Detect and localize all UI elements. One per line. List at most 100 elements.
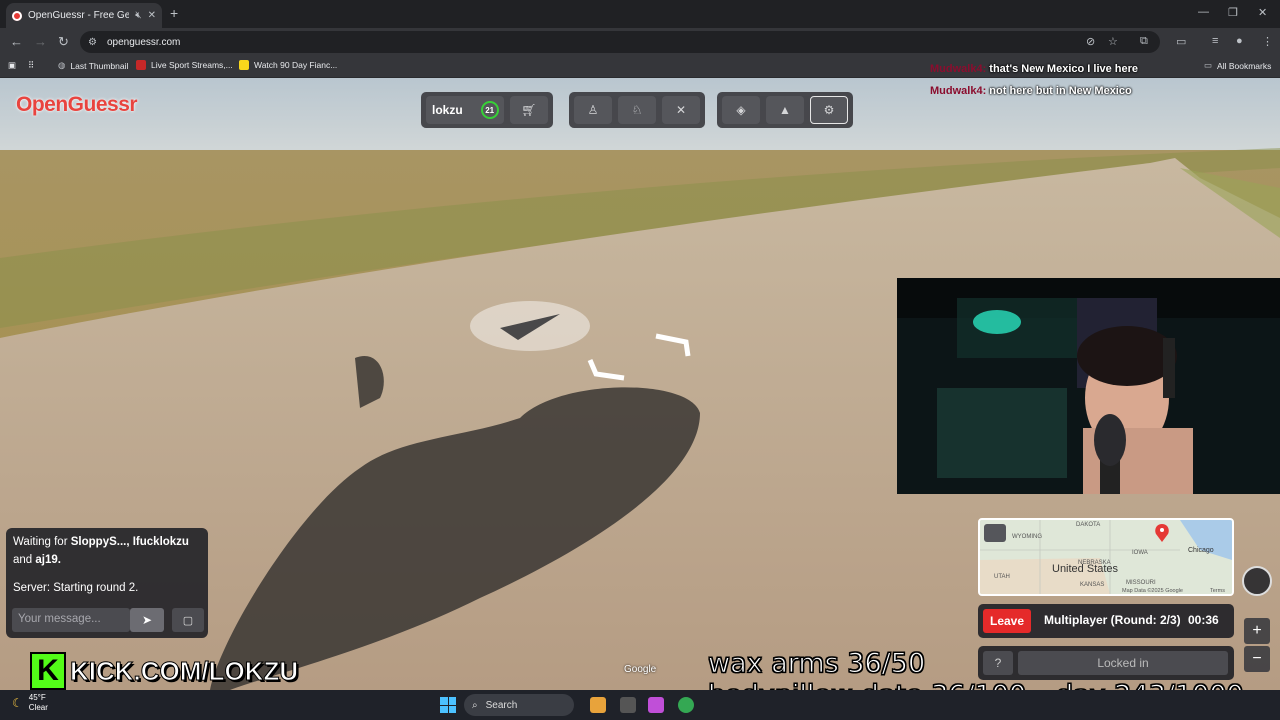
guess-minimap[interactable]: DAKOTA WYOMING NEBRASKA IOWA Chicago UTA… <box>978 518 1234 596</box>
bookmark-live-sport[interactable]: Live Sport Streams,... <box>136 60 233 70</box>
copilot-icon[interactable] <box>648 697 664 713</box>
close-window-icon[interactable]: ✕ <box>1258 6 1267 19</box>
chat-username: Mudwalk4: <box>930 63 987 75</box>
map-label-kansas: KANSAS <box>1080 582 1104 588</box>
tab-groups-icon[interactable]: ▣ <box>8 60 16 71</box>
new-tab-icon[interactable]: + <box>170 5 178 21</box>
bookmark-star-icon[interactable]: ☆ <box>1108 35 1118 48</box>
globe-icon: ◍ <box>58 60 66 70</box>
cart-icon: 🛒︎ <box>521 103 537 117</box>
chat-toggle-button[interactable]: ▢ <box>172 608 204 632</box>
kick-overlay: K KICK.COM/LOKZU <box>30 652 299 690</box>
layers-button[interactable]: ◈ <box>722 96 760 124</box>
waiting-players: SloppyS..., Ifucklokzu <box>70 536 189 548</box>
crossed-swords-icon: ✕ <box>675 103 687 117</box>
forward-icon[interactable]: → <box>34 34 47 49</box>
leave-button[interactable]: Leave <box>983 609 1031 633</box>
map-label-missouri: MISSOURI <box>1126 580 1156 586</box>
locked-in-button[interactable]: Locked in <box>1018 651 1228 675</box>
openguessr-favicon-icon <box>12 10 22 21</box>
zoom-in-icon[interactable]: + <box>1244 618 1270 644</box>
bookmark-90-day[interactable]: Watch 90 Day Fianc... <box>239 60 337 70</box>
minimize-icon[interactable]: — <box>1198 6 1209 18</box>
taskbar-search[interactable]: ⌕ Search <box>464 694 574 716</box>
file-explorer-icon[interactable] <box>620 697 636 713</box>
address-bar[interactable]: ⚙ openguessr.com <box>80 31 1160 53</box>
live-icon <box>136 60 146 70</box>
chat-username: Mudwalk4: <box>930 85 987 97</box>
waiting-and: and <box>13 554 33 566</box>
windows-start-icon[interactable] <box>440 697 456 713</box>
app-icon[interactable] <box>590 697 606 713</box>
site-info-icon[interactable]: ⚙ <box>88 37 97 48</box>
overlay-goal-wax-arms: wax arms 36/50 <box>707 648 926 680</box>
all-bookmarks[interactable]: ▭ All Bookmarks <box>1204 60 1271 71</box>
weather-condition: Clear <box>28 703 48 712</box>
stream-chat-overlay: Mudwalk4: that's New Mexico I live here … <box>930 58 1138 102</box>
user-profile-button[interactable]: lokzu 21 <box>426 96 504 124</box>
multiplayer-button[interactable]: ♘ <box>618 96 656 124</box>
close-tab-icon[interactable]: ✕ <box>148 10 156 21</box>
bookmark-label: Watch 90 Day Fianc... <box>254 60 338 70</box>
back-icon[interactable]: ← <box>10 34 23 49</box>
map-label-wyoming: WYOMING <box>1012 534 1042 540</box>
browser-tab[interactable]: OpenGuessr - Free GeoGu 🔇︎ ✕ <box>6 3 162 28</box>
tab-title: OpenGuessr - Free GeoGu <box>28 10 130 21</box>
map-attribution: Map Data ©2025 Google <box>1122 587 1183 594</box>
level-badge: 21 <box>480 101 499 119</box>
bookmark-label: Last Thumbnail <box>70 60 129 71</box>
leaderboard-button[interactable]: ♙ <box>574 96 612 124</box>
shop-button[interactable]: 🛒︎ <box>510 96 548 124</box>
map-label-iowa: IOWA <box>1132 550 1148 556</box>
chat-bubble-icon: ▢ <box>182 614 194 627</box>
send-button[interactable]: ➤ <box>130 608 164 632</box>
map-label-utah: UTAH <box>994 574 1010 580</box>
settings-button[interactable]: ⚙ <box>810 96 848 124</box>
browser-tab-strip: OpenGuessr - Free GeoGu 🔇︎ ✕ + — ❐ ✕ <box>0 0 1280 28</box>
compass-icon[interactable] <box>1242 566 1272 596</box>
duels-button[interactable]: ✕ <box>662 96 700 124</box>
streamer-webcam <box>897 278 1280 494</box>
eye-off-icon[interactable]: ⊘ <box>1086 35 1095 48</box>
podium-icon: ♙ <box>587 103 599 117</box>
search-label: Search <box>485 699 518 711</box>
maximize-icon[interactable]: ❐ <box>1228 6 1238 19</box>
map-expand-icon[interactable] <box>984 524 1006 542</box>
minimap-image: DAKOTA WYOMING NEBRASKA IOWA Chicago UTA… <box>980 520 1232 594</box>
chat-message-input[interactable]: Your message... <box>12 608 130 632</box>
bookmark-label: Live Sport Streams,... <box>151 60 233 70</box>
layers-icon: ◈ <box>736 103 746 117</box>
people-icon: ♘ <box>631 103 643 117</box>
waiting-prefix: Waiting for <box>13 536 68 548</box>
menu-icon[interactable]: ⋮ <box>1262 35 1273 48</box>
apps-icon[interactable]: ⠿ <box>28 60 34 71</box>
search-icon: ⌕ <box>472 699 478 711</box>
weather-widget[interactable]: ☾ 45°F Clear <box>12 693 48 713</box>
zoom-out-icon[interactable]: − <box>1244 646 1270 672</box>
waiting-message: Waiting for SloppyS..., Ifucklokzu and a… <box>13 533 203 569</box>
kick-url: KICK.COM/LOKZU <box>69 655 299 686</box>
openguessr-logo[interactable]: OpenGuessr <box>16 93 138 117</box>
extensions-icon[interactable]: ⧉ <box>1140 35 1148 48</box>
mute-icon[interactable]: 🔇︎ <box>135 10 141 21</box>
help-button[interactable]: ? <box>983 651 1013 675</box>
bookmark-last-thumbnail[interactable]: ◍ Last Thumbnail <box>58 60 128 71</box>
media-icon[interactable]: ≡ <box>1212 35 1218 47</box>
user-toolbar-group: lokzu 21 🛒︎ <box>421 92 553 128</box>
send-icon: ➤ <box>141 613 153 627</box>
round-label: Multiplayer (Round: 2/3) <box>1044 613 1181 627</box>
settings-toolbar-group: ◈ ▲ ⚙ <box>717 92 853 128</box>
map-label-dakota: DAKOTA <box>1076 522 1100 528</box>
reload-icon[interactable]: ↻ <box>58 34 69 50</box>
map-country-label: United States <box>1052 563 1119 575</box>
cast-icon[interactable]: ▭ <box>1176 35 1186 48</box>
chat-message: not here but in New Mexico <box>989 85 1132 97</box>
graduation-cap-icon: ▲ <box>779 103 791 117</box>
game-chat-panel: Waiting for SloppyS..., Ifucklokzu and a… <box>6 528 208 638</box>
education-button[interactable]: ▲ <box>766 96 804 124</box>
profile-avatar-icon[interactable]: ● <box>1236 35 1243 47</box>
url-text: openguessr.com <box>106 36 181 48</box>
map-terms[interactable]: Terms <box>1210 588 1225 594</box>
chrome-icon[interactable] <box>678 697 694 713</box>
browser-toolbar: ← → ↻ ⚙ openguessr.com ⊘ ☆ ⧉ ▭ ≡ ● ⋮ <box>0 28 1280 56</box>
